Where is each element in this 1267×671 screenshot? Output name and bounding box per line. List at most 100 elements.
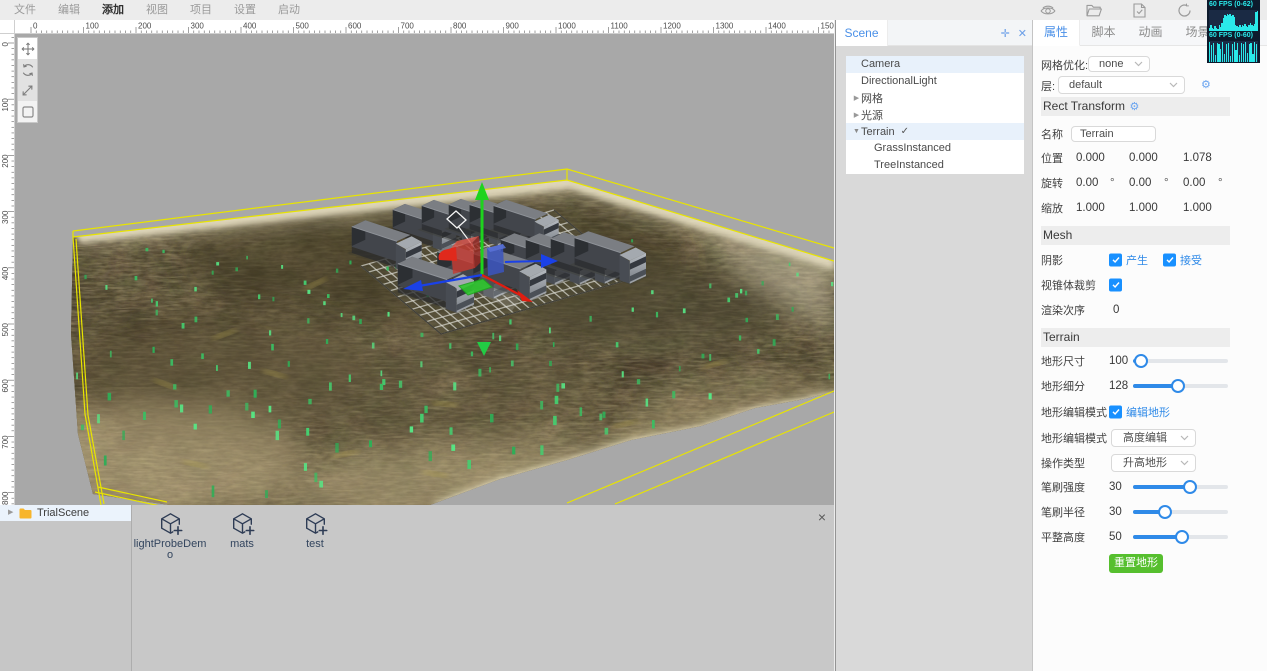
checkbox-视锥体裁剪[interactable] (1109, 279, 1122, 292)
asset-item-mats[interactable]: mats (203, 511, 281, 550)
select-15[interactable]: 高度编辑 (1111, 429, 1196, 447)
scene-node-网格[interactable]: ▶网格 (846, 90, 1024, 107)
expand-arrow-icon[interactable]: ▶ (852, 94, 861, 102)
save-file-icon[interactable] (1131, 0, 1147, 20)
vec-value-1[interactable]: 1.000 (1129, 202, 1158, 214)
degree-unit: ° (1164, 177, 1169, 189)
rect-tool-button[interactable] (18, 101, 37, 122)
scene-viewport[interactable] (15, 34, 834, 505)
preview-eye-icon[interactable] (1040, 0, 1056, 20)
menu-item-2[interactable]: 编辑 (57, 0, 81, 20)
slider-track[interactable] (1133, 384, 1228, 388)
slider-value[interactable]: 100 (1109, 355, 1128, 367)
svg-text:600: 600 (348, 22, 362, 31)
slider-value[interactable]: 30 (1109, 506, 1122, 518)
slider-knob[interactable] (1134, 354, 1148, 368)
rotate-tool-button[interactable] (18, 59, 37, 80)
scene-node-label: TreeInstanced (874, 159, 944, 171)
slider-track[interactable] (1133, 510, 1228, 514)
slider-knob[interactable] (1183, 480, 1197, 494)
vec-value-0[interactable]: 0.00 (1076, 177, 1098, 189)
inspector-row-5: 旋转0.00°0.00°0.00° (1033, 171, 1267, 195)
checkbox-地形编辑模式[interactable] (1109, 406, 1122, 419)
vec-value-0[interactable]: 1.000 (1076, 202, 1105, 214)
slider-knob[interactable] (1175, 530, 1189, 544)
row-value[interactable]: 0 (1113, 304, 1119, 316)
scene-hierarchy-panel: Scene ✛ ✕ CameraDirectionalLight▶网格▶光源▼T… (835, 20, 1032, 671)
slider-knob[interactable] (1171, 379, 1185, 393)
refresh-icon[interactable] (1177, 0, 1193, 20)
vec-value-1[interactable]: 0.000 (1129, 152, 1158, 164)
scene-node-Terrain[interactable]: ▼Terrain✓ (846, 123, 1024, 140)
vec-value-2[interactable]: 0.00 (1183, 177, 1205, 189)
menu-item-4[interactable]: 视图 (145, 0, 169, 20)
scene-panel-tabbar: Scene ✛ ✕ (836, 20, 1033, 46)
select-0[interactable]: none (1088, 56, 1150, 72)
svg-text:300: 300 (1, 210, 10, 224)
row-label: 渲染次序 (1041, 302, 1085, 318)
slider-track[interactable] (1133, 535, 1228, 539)
fps-overlay: 60 FPS (0-62)60 FPS (0-60) (1207, 0, 1260, 63)
inspector-row-3: 名称Terrain (1033, 122, 1267, 146)
slider-track[interactable] (1133, 485, 1228, 489)
slider-value[interactable]: 128 (1109, 380, 1128, 392)
menu-item-7[interactable]: 启动 (277, 0, 301, 20)
main-menu: 文件编辑添加视图项目设置启动 (13, 0, 321, 20)
inspector-row-1: 层:default⚙ (1033, 74, 1267, 98)
expand-arrow-icon[interactable]: ▶ (852, 111, 861, 119)
scene-node-TreeInstanced[interactable]: TreeInstanced (846, 157, 1024, 174)
checkbox-产生[interactable] (1109, 254, 1122, 267)
assets-grid: lightProbeDemomatstest (133, 505, 834, 671)
gear-icon[interactable]: ⚙ (1129, 101, 1139, 113)
checkbox-接受[interactable] (1163, 254, 1176, 267)
svg-text:400: 400 (243, 22, 257, 31)
scene-close-icon[interactable]: ✕ (1018, 27, 1027, 40)
slider-knob[interactable] (1158, 505, 1172, 519)
svg-text:1000: 1000 (558, 22, 576, 31)
menu-item-3[interactable]: 添加 (101, 0, 125, 20)
asset-label: test (276, 539, 354, 550)
scene-node-光源[interactable]: ▶光源 (846, 106, 1024, 123)
inspector-row-14: 地形编辑模式编辑地形 (1033, 400, 1267, 424)
scene-node-Camera[interactable]: Camera (846, 56, 1024, 73)
inspector-body: 网格优化:none层:default⚙Rect Transform ⚙名称Ter… (1033, 20, 1267, 671)
expand-arrow-icon[interactable]: ▶ (8, 505, 16, 521)
collapse-arrow-icon[interactable]: ▼ (852, 128, 861, 135)
svg-text:500: 500 (296, 22, 310, 31)
row-label: 地形编辑模式 (1041, 404, 1107, 420)
asset-cube-icon (203, 511, 281, 538)
scene-node-label: Terrain (861, 126, 895, 138)
slider-value[interactable]: 50 (1109, 531, 1122, 543)
move-tool-button[interactable] (18, 38, 37, 59)
inspector-row-13: 地形细分128 (1033, 374, 1267, 398)
slider-track[interactable] (1133, 359, 1228, 363)
scene-add-icon[interactable]: ✛ (1001, 27, 1010, 40)
menu-item-6[interactable]: 设置 (233, 0, 257, 20)
vec-value-2[interactable]: 1.078 (1183, 152, 1212, 164)
asset-item-lightProbeDemo[interactable]: lightProbeDemo (131, 511, 209, 561)
top-menu-bar: 文件编辑添加视图项目设置启动 (0, 0, 1267, 20)
scene-node-DirectionalLight[interactable]: DirectionalLight (846, 73, 1024, 90)
vec-value-2[interactable]: 1.000 (1183, 202, 1212, 214)
menu-item-5[interactable]: 项目 (189, 0, 213, 20)
select-layer[interactable]: default (1058, 76, 1185, 94)
folder-row-TrialScene[interactable]: ▶TrialScene (0, 505, 131, 521)
section-title: Rect Transform (1043, 97, 1125, 116)
menu-item-1[interactable]: 文件 (13, 0, 37, 20)
scene-node-GrassInstanced[interactable]: GrassInstanced (846, 140, 1024, 157)
row-label: 阴影 (1041, 252, 1063, 268)
open-folder-icon[interactable] (1086, 0, 1102, 20)
vec-value-0[interactable]: 0.000 (1076, 152, 1105, 164)
gear-icon[interactable]: ⚙ (1201, 78, 1211, 91)
reset-terrain-button[interactable]: 重置地形 (1109, 554, 1163, 573)
tab-scene[interactable]: Scene (836, 20, 888, 46)
select-16[interactable]: 升高地形 (1111, 454, 1196, 472)
row-label: 操作类型 (1041, 455, 1085, 471)
inspector-row-4: 位置0.0000.0001.078 (1033, 146, 1267, 170)
scale-tool-button[interactable] (18, 80, 37, 101)
assets-panel-close-button[interactable]: × (814, 509, 830, 525)
name-input[interactable]: Terrain (1071, 126, 1156, 142)
asset-item-test[interactable]: test (276, 511, 354, 550)
vec-value-1[interactable]: 0.00 (1129, 177, 1151, 189)
slider-value[interactable]: 30 (1109, 481, 1122, 493)
